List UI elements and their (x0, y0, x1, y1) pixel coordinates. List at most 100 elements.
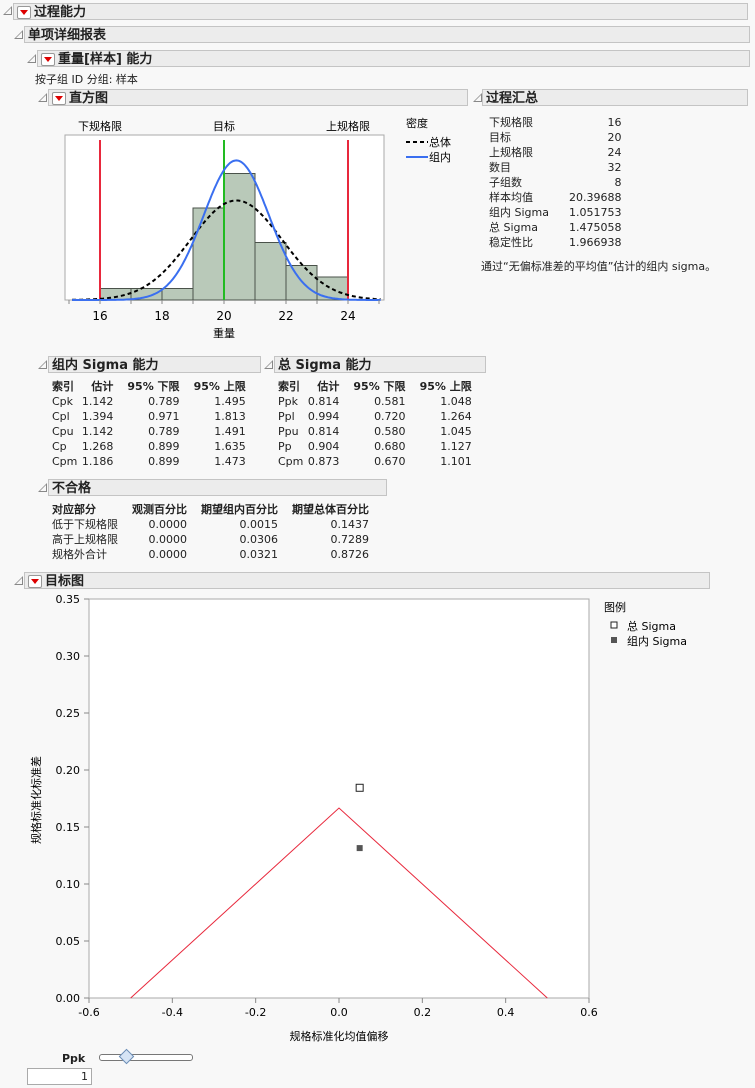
cell: Cpl (52, 410, 70, 423)
column-header: 95% 下限 (127, 380, 180, 393)
slider-thumb[interactable] (118, 1048, 135, 1065)
x-tick-label: 22 (278, 309, 293, 323)
summary-label: 子组数 (489, 176, 522, 189)
cell: 0.581 (374, 395, 406, 408)
summary-label: 稳定性比 (489, 236, 533, 249)
red-menu-icon[interactable] (28, 575, 42, 588)
ppk-slider[interactable] (99, 1048, 193, 1065)
collapse-icon[interactable] (264, 360, 273, 369)
cell: 1.394 (81, 410, 114, 423)
collapse-icon[interactable] (38, 360, 47, 369)
histogram-bar (254, 242, 287, 301)
legend-within-marker (611, 637, 617, 643)
summary-label: 数目 (489, 161, 511, 174)
title: 过程汇总 (486, 91, 539, 106)
nonconformance-header[interactable]: 不合格 (48, 479, 387, 496)
table-row: 低于下规格限 0.0000 0.0015 0.1437 (52, 517, 369, 532)
title: 重量[样本] 能力 (58, 52, 153, 67)
y-tick-label: 0.30 (56, 650, 81, 663)
cell: 0.0306 (239, 533, 279, 546)
weight-capability-header[interactable]: 重量[样本] 能力 (37, 50, 750, 67)
process-capability-header[interactable]: 过程能力 (13, 3, 748, 20)
cell: 0.0015 (239, 518, 279, 531)
title: 过程能力 (34, 5, 87, 20)
summary-value: 8 (614, 176, 622, 189)
table-row: Pp 0.904 0.680 1.127 (278, 439, 472, 454)
table-row: Ppk 0.814 0.581 1.048 (278, 394, 472, 409)
legend-overall-marker (610, 621, 618, 629)
overall-sigma-point[interactable] (355, 783, 364, 792)
cell: 1.491 (214, 425, 246, 438)
summary-row: 目标 20 (489, 130, 622, 145)
column-header: 期望总体百分比 (292, 503, 369, 516)
column-header: 估计 (91, 380, 114, 393)
cell: 0.720 (374, 410, 406, 423)
usl-label: 上规格限 (326, 119, 370, 133)
cell: Ppu (278, 425, 299, 438)
summary-value: 20.39688 (569, 191, 622, 204)
cell: 1.048 (440, 395, 472, 408)
cell: 1.495 (214, 395, 246, 408)
lsl-label: 下规格限 (78, 119, 122, 133)
summary-label: 上规格限 (489, 146, 533, 159)
summary-label: 下规格限 (489, 116, 533, 129)
collapse-icon[interactable] (14, 30, 23, 39)
histogram-bar (161, 288, 194, 301)
cell: 1.268 (81, 440, 114, 453)
summary-value: 1.051753 (569, 206, 622, 219)
target-plot-header[interactable]: 目标图 (24, 572, 710, 589)
cell: Cpk (52, 395, 74, 408)
ppk-label: Ppk (62, 1052, 86, 1065)
sigma-note: 通过“无偏标准差的平均值”估计的组内 sigma。 (481, 260, 717, 273)
within-sigma-point[interactable] (356, 845, 363, 852)
cell: 1.264 (440, 410, 472, 423)
y-axis-label: 规格标准化标准差 (29, 756, 43, 844)
collapse-icon[interactable] (38, 483, 47, 492)
y-tick-label: 0.05 (56, 935, 81, 948)
within-sigma-header[interactable]: 组内 Sigma 能力 (48, 356, 261, 373)
table-row: Cpm 1.186 0.899 1.473 (52, 454, 246, 469)
individual-report-header[interactable]: 单项详细报表 (24, 26, 750, 43)
cell: 0.904 (307, 440, 340, 453)
summary-row: 组内 Sigma 1.051753 (489, 205, 622, 220)
title: 不合格 (52, 481, 92, 496)
summary-label: 目标 (489, 131, 511, 144)
histogram-bar (99, 288, 132, 301)
overall-table: 索引 估计 95% 下限 95% 上限 Ppk 0.814 0.581 1.048 Ppl 0.9… (278, 379, 472, 469)
summary-header[interactable]: 过程汇总 (482, 89, 748, 106)
x-tick-label: 20 (216, 309, 231, 323)
cell: 0.0000 (148, 548, 188, 561)
cell: 0.814 (307, 395, 340, 408)
red-menu-icon[interactable] (17, 6, 31, 19)
cell: 0.899 (148, 455, 180, 468)
column-header: 观测百分比 (132, 503, 187, 516)
table-row: Cpu 1.142 0.789 1.491 (52, 424, 246, 439)
cell: 1.127 (440, 440, 472, 453)
plot-area (88, 598, 590, 999)
collapse-icon[interactable] (3, 6, 12, 15)
table-row: Cpl 1.394 0.971 1.813 (52, 409, 246, 424)
legend-within: 组内 (429, 150, 451, 164)
y-tick-label: 0.00 (56, 992, 81, 1005)
histogram-header[interactable]: 直方图 (48, 89, 468, 106)
cell: 0.680 (374, 440, 406, 453)
summary-value: 16 (607, 116, 622, 129)
title: 总 Sigma 能力 (278, 358, 372, 373)
red-menu-icon[interactable] (41, 53, 55, 66)
summary-value: 32 (607, 161, 622, 174)
ppk-input[interactable]: 1 (27, 1068, 92, 1085)
collapse-icon[interactable] (473, 93, 482, 102)
cell: 0.0000 (148, 533, 188, 546)
cell: 1.186 (81, 455, 114, 468)
cell: Ppl (278, 410, 295, 423)
collapse-icon[interactable] (38, 93, 47, 102)
collapse-icon[interactable] (27, 54, 36, 63)
collapse-icon[interactable] (14, 576, 23, 585)
red-menu-icon[interactable] (52, 92, 66, 105)
summary-table: 下规格限 16 目标 20 上规格限 24 数目 32 子组数 8 样本均值 20.39688 组内 S… (489, 115, 622, 250)
cell: 低于下规格限 (52, 518, 118, 531)
cell: 0.1437 (330, 518, 370, 531)
overall-sigma-header[interactable]: 总 Sigma 能力 (274, 356, 486, 373)
summary-label: 样本均值 (489, 191, 533, 204)
histogram-bar (285, 265, 318, 301)
